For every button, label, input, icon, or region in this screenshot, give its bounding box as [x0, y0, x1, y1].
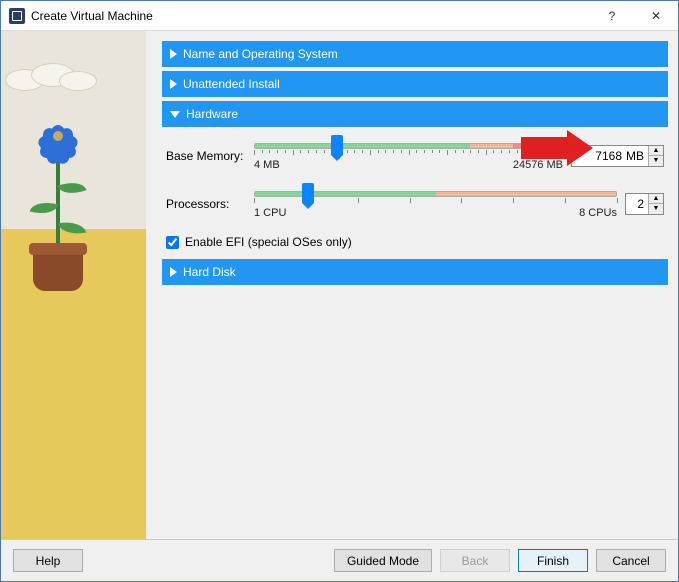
- base-memory-spinner[interactable]: MB ▲ ▼: [571, 145, 664, 167]
- section-harddisk[interactable]: Hard Disk: [162, 259, 668, 285]
- section-name-os[interactable]: Name and Operating System: [162, 41, 668, 67]
- section-hardware[interactable]: Hardware: [162, 101, 668, 127]
- app-icon: [9, 8, 25, 24]
- processors-min: 1 CPU: [254, 207, 286, 219]
- processors-spinner[interactable]: ▲ ▼: [625, 193, 664, 215]
- main-area: Name and Operating System Unattended Ins…: [1, 31, 678, 539]
- section-label: Unattended Install: [183, 77, 280, 91]
- spin-up-icon[interactable]: ▲: [649, 146, 663, 156]
- close-titlebar-button[interactable]: ✕: [634, 1, 678, 31]
- chevron-right-icon: [170, 79, 177, 89]
- footer: Help Guided Mode Back Finish Cancel: [1, 539, 678, 581]
- window-title: Create Virtual Machine: [31, 9, 590, 23]
- section-label: Name and Operating System: [183, 47, 338, 61]
- base-memory-row: Base Memory: 4 MB 24576 MB MB: [166, 139, 664, 173]
- base-memory-min: 4 MB: [254, 159, 280, 171]
- enable-efi-row: Enable EFI (special OSes only): [166, 235, 664, 249]
- section-label: Hardware: [186, 107, 238, 121]
- base-memory-slider[interactable]: 4 MB 24576 MB: [254, 139, 563, 173]
- titlebar: Create Virtual Machine ? ✕: [1, 1, 678, 31]
- chevron-right-icon: [170, 267, 177, 277]
- enable-efi-checkbox[interactable]: [166, 236, 179, 249]
- finish-button[interactable]: Finish: [518, 549, 588, 572]
- guided-mode-button[interactable]: Guided Mode: [334, 549, 432, 572]
- chevron-down-icon: [170, 111, 180, 118]
- cancel-button[interactable]: Cancel: [596, 549, 666, 572]
- processors-label: Processors:: [166, 197, 246, 211]
- base-memory-max: 24576 MB: [513, 159, 563, 171]
- section-unattended[interactable]: Unattended Install: [162, 71, 668, 97]
- processors-slider[interactable]: 1 CPU 8 CPUs: [254, 187, 617, 221]
- help-button[interactable]: Help: [13, 549, 83, 572]
- back-button: Back: [440, 549, 510, 572]
- base-memory-unit: MB: [626, 149, 648, 163]
- section-label: Hard Disk: [183, 265, 236, 279]
- processors-input[interactable]: [626, 197, 648, 211]
- base-memory-input[interactable]: [572, 149, 626, 163]
- chevron-right-icon: [170, 49, 177, 59]
- enable-efi-label[interactable]: Enable EFI (special OSes only): [185, 235, 352, 249]
- help-titlebar-button[interactable]: ?: [590, 1, 634, 31]
- spin-up-icon[interactable]: ▲: [649, 194, 663, 204]
- spin-down-icon[interactable]: ▼: [649, 156, 663, 166]
- base-memory-thumb[interactable]: [331, 135, 343, 155]
- processors-thumb[interactable]: [302, 183, 314, 203]
- hardware-body: Base Memory: 4 MB 24576 MB MB: [162, 131, 668, 255]
- content-panel: Name and Operating System Unattended Ins…: [146, 31, 678, 539]
- processors-row: Processors: 1 CPU 8 CPUs ▲ ▼: [166, 187, 664, 221]
- base-memory-label: Base Memory:: [166, 149, 246, 163]
- sidebar-illustration: [1, 31, 146, 539]
- processors-max: 8 CPUs: [579, 207, 617, 219]
- spin-down-icon[interactable]: ▼: [649, 204, 663, 214]
